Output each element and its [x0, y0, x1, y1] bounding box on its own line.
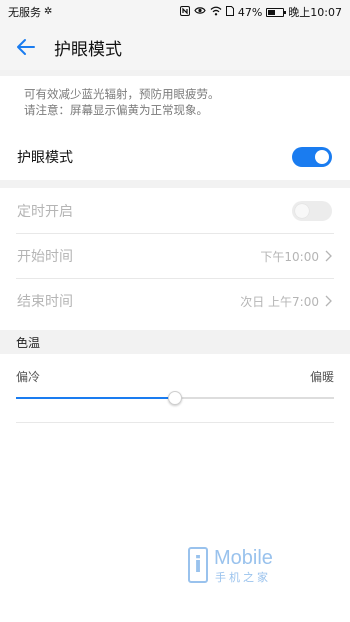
clock: 晚上10:07: [288, 6, 342, 19]
title-divider: [0, 70, 350, 76]
color-temp-slider[interactable]: [16, 391, 334, 405]
description-line-1: 可有效减少蓝光辐射，预防用眼疲劳。: [24, 87, 220, 101]
end-time-row[interactable]: 结束时间 次日 上午7:00: [0, 279, 350, 323]
battery-icon: [266, 7, 287, 17]
page-title: 护眼模式: [54, 39, 122, 60]
chevron-right-icon: [325, 295, 332, 307]
schedule-label: 定时开启: [17, 204, 73, 220]
slider-fill: [16, 397, 175, 399]
start-time-label: 开始时间: [17, 249, 73, 265]
watermark-brand: Mobile: [214, 547, 273, 569]
title-bar: 护眼模式: [0, 24, 350, 70]
eye-mode-label: 护眼模式: [17, 150, 73, 166]
section-divider: [0, 180, 350, 188]
watermark-logo: i Mobile 手机之家: [188, 547, 288, 585]
watermark-sub: 手机之家: [215, 571, 271, 584]
warm-label: 偏暖: [309, 370, 334, 384]
schedule-row[interactable]: 定时开启: [0, 190, 350, 232]
start-time-value-group: 下午10:00: [260, 248, 332, 265]
battery-percent: 47%: [237, 5, 263, 19]
cool-label: 偏冷: [16, 370, 41, 384]
eye-icon: [194, 6, 206, 18]
back-button[interactable]: [6, 24, 46, 70]
end-time-label: 结束时间: [17, 294, 73, 310]
color-temp-labels: 偏冷 偏暖: [16, 368, 334, 385]
row-divider: [16, 422, 334, 423]
description-line-2: 请注意：屏幕显示偏黄为正常现象。: [24, 103, 208, 117]
wifi-icon: [210, 6, 222, 19]
carrier-text: 无服务: [8, 6, 41, 19]
nfc-icon: [179, 5, 190, 19]
status-bar: 无服务 ✲ 47% 晚上10:07: [0, 0, 350, 24]
eye-mode-toggle[interactable]: [292, 147, 332, 167]
eye-mode-row[interactable]: 护眼模式: [0, 137, 350, 177]
sim-icon: [225, 5, 234, 19]
slider-thumb[interactable]: [168, 391, 182, 405]
schedule-toggle[interactable]: [292, 201, 332, 221]
arrow-left-icon: [17, 39, 35, 55]
start-time-row[interactable]: 开始时间 下午10:00: [0, 234, 350, 278]
status-left: 无服务 ✲: [8, 4, 52, 20]
watermark-i-icon: i: [188, 547, 208, 583]
start-time-value: 下午10:00: [260, 249, 319, 264]
chevron-right-icon: [325, 250, 332, 262]
usb-icon: ✲: [44, 6, 53, 17]
status-right: 47% 晚上10:07: [179, 4, 342, 20]
end-time-value-group: 次日 上午7:00: [240, 293, 332, 310]
color-temp-header: 色温: [0, 330, 350, 354]
end-time-value: 次日 上午7:00: [240, 294, 319, 309]
description: 可有效减少蓝光辐射，预防用眼疲劳。 请注意：屏幕显示偏黄为正常现象。: [24, 86, 334, 118]
